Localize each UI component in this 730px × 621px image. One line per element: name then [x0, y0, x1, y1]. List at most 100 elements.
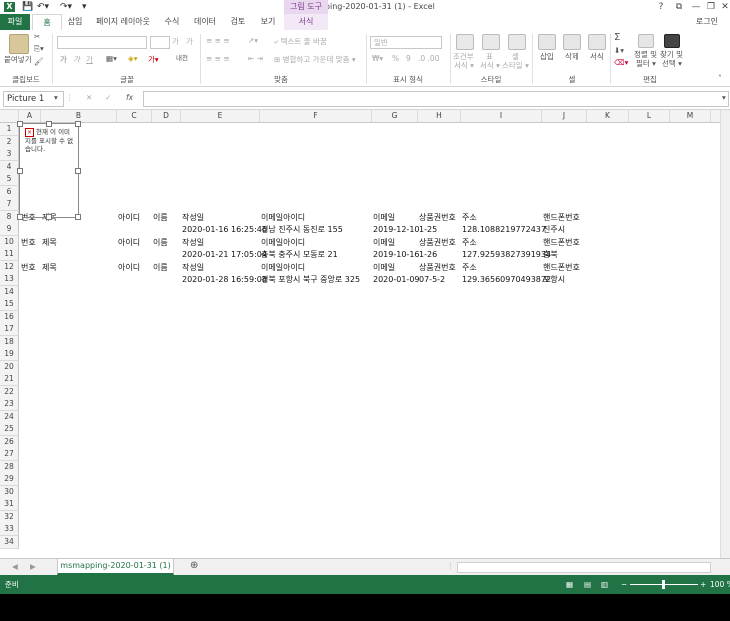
row-header[interactable]: 3	[0, 148, 19, 162]
row-header[interactable]: 27	[0, 448, 19, 462]
font-grow-icon[interactable]: 가	[172, 36, 179, 47]
row-header[interactable]: 22	[0, 385, 19, 399]
currency-icon[interactable]: ₩▾	[372, 54, 383, 63]
orientation-icon[interactable]: ↗▾	[248, 36, 258, 45]
resize-handle[interactable]	[17, 121, 23, 127]
page-break-view-icon[interactable]: ▥	[601, 575, 608, 594]
header-email[interactable]: 이메일	[373, 237, 395, 249]
restore-icon[interactable]: ❐	[704, 1, 718, 13]
percent-icon[interactable]: %	[392, 54, 399, 63]
row-header[interactable]: 24	[0, 410, 19, 424]
row-header[interactable]: 19	[0, 348, 19, 362]
row-header[interactable]: 23	[0, 398, 19, 412]
row-header[interactable]: 16	[0, 310, 19, 324]
insert-function-icon[interactable]: fx	[126, 93, 133, 102]
row-header[interactable]: 9	[0, 223, 19, 237]
header-product-no[interactable]: 상품권번호	[419, 237, 456, 249]
record-phone[interactable]: 충북	[543, 249, 558, 261]
header-created[interactable]: 작성일	[182, 212, 204, 224]
font-size-combo[interactable]	[150, 36, 170, 49]
header-name[interactable]: 이름	[153, 237, 168, 249]
header-address[interactable]: 주소	[462, 237, 477, 249]
worksheet-grid[interactable]: A B C D E F G H I J K L M 1 2 3 4 5 6 7 8 9 10 11 1…	[0, 110, 730, 558]
prev-sheet-icon[interactable]: ◀	[12, 562, 18, 571]
vertical-scrollbar[interactable]	[720, 110, 730, 558]
row-header[interactable]: 32	[0, 510, 19, 524]
row-header[interactable]: 34	[0, 535, 19, 549]
login-link[interactable]: 로그인	[696, 14, 718, 30]
row-header[interactable]: 21	[0, 373, 19, 387]
column-header[interactable]: I	[461, 110, 542, 122]
record-created[interactable]: 2020-01-28 16:59:08	[182, 274, 267, 286]
format-cells-icon[interactable]	[588, 34, 606, 50]
next-sheet-icon[interactable]: ▶	[30, 562, 36, 571]
header-phone[interactable]: 핸드폰번호	[543, 212, 580, 224]
header-phone[interactable]: 핸드폰번호	[543, 262, 580, 274]
row-header[interactable]: 7	[0, 198, 19, 212]
enter-icon[interactable]: ✓	[105, 93, 111, 102]
row-header[interactable]: 18	[0, 335, 19, 349]
header-created[interactable]: 작성일	[182, 237, 204, 249]
header-title[interactable]: 제목	[42, 262, 57, 274]
phonetic-icon[interactable]: 내천	[176, 52, 188, 62]
zoom-slider-thumb[interactable]	[662, 580, 665, 589]
resize-handle[interactable]	[46, 214, 52, 220]
tab-split-grip[interactable]: ⋮	[447, 561, 455, 570]
close-icon[interactable]: ✕	[718, 1, 730, 13]
column-header[interactable]: H	[418, 110, 461, 122]
record-product-no[interactable]: 1-26	[419, 249, 437, 261]
row-header[interactable]: 10	[0, 235, 19, 249]
header-user-id[interactable]: 아이디	[118, 237, 140, 249]
record-created[interactable]: 2020-01-16 16:25:46	[182, 224, 267, 236]
column-header[interactable]: F	[260, 110, 372, 122]
header-address[interactable]: 주소	[462, 262, 477, 274]
align-top-icon[interactable]: ≡ ≡ ≡	[206, 36, 230, 45]
row-header[interactable]: 6	[0, 185, 19, 199]
italic-icon[interactable]: 가	[73, 54, 80, 65]
tab-insert[interactable]: 삽입	[62, 14, 88, 30]
comma-icon[interactable]: 9	[406, 54, 411, 63]
number-format-combo[interactable]: 일반	[370, 36, 442, 49]
font-shrink-icon[interactable]: 가	[186, 36, 193, 47]
resize-handle[interactable]	[17, 214, 23, 220]
sort-filter-icon[interactable]	[638, 34, 654, 48]
tab-home[interactable]: 홈	[32, 14, 62, 31]
zoom-out-button[interactable]: −	[621, 575, 627, 594]
border-icon[interactable]: ▦▾	[106, 54, 117, 63]
cancel-icon[interactable]: ✕	[86, 93, 92, 102]
header-user-id[interactable]: 아이디	[118, 212, 140, 224]
cut-icon[interactable]: ✂	[34, 32, 40, 41]
header-email-id[interactable]: 이메일아이디	[261, 262, 305, 274]
column-header[interactable]: C	[117, 110, 152, 122]
record-created[interactable]: 2020-01-21 17:05:04	[182, 249, 267, 261]
name-box-dropdown-icon[interactable]: ▾	[54, 93, 58, 102]
row-header[interactable]: 20	[0, 360, 19, 374]
tab-review[interactable]: 검토	[226, 14, 250, 30]
fill-color-icon[interactable]: ◈▾	[128, 54, 138, 63]
horizontal-scrollbar[interactable]	[457, 562, 711, 573]
resize-handle[interactable]	[75, 168, 81, 174]
header-email-id[interactable]: 이메일아이디	[261, 237, 305, 249]
row-header[interactable]: 33	[0, 523, 19, 537]
record-email-id[interactable]: 충북 충주시 모동로 21	[261, 249, 338, 261]
column-header[interactable]: K	[587, 110, 629, 122]
header-email[interactable]: 이메일	[373, 262, 395, 274]
find-select-icon[interactable]	[664, 34, 680, 48]
fill-icon[interactable]: ⬇▾	[614, 46, 624, 55]
record-phone[interactable]: 진주시	[543, 224, 565, 236]
row-header[interactable]: 12	[0, 260, 19, 274]
tab-view[interactable]: 보기	[256, 14, 280, 30]
row-header[interactable]: 28	[0, 460, 19, 474]
resize-handle[interactable]	[75, 214, 81, 220]
row-header[interactable]: 11	[0, 248, 19, 262]
font-color-icon[interactable]: 가▾	[148, 54, 159, 65]
minimize-icon[interactable]: —	[689, 1, 703, 13]
table-format-icon[interactable]	[482, 34, 500, 50]
paste-icon[interactable]	[9, 34, 29, 54]
header-email-id[interactable]: 이메일아이디	[261, 212, 305, 224]
bold-icon[interactable]: 가	[60, 54, 67, 65]
row-header[interactable]: 2	[0, 135, 19, 149]
record-product-no[interactable]: 1-25	[419, 224, 437, 236]
header-address[interactable]: 주소	[462, 212, 477, 224]
header-product-no[interactable]: 상품권번호	[419, 212, 456, 224]
